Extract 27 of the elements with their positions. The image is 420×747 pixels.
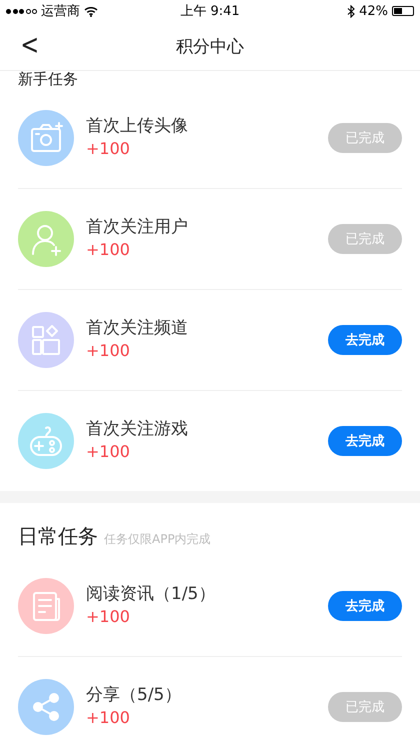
points-reward: +100 — [86, 240, 131, 259]
bluetooth-icon — [347, 4, 356, 18]
task-name: 首次关注游戏 — [86, 418, 189, 440]
status-time: 上午 9:41 — [180, 3, 240, 20]
battery-percent: 42% — [359, 4, 388, 18]
section-title: 日常任务 — [18, 523, 98, 550]
signal-icon — [6, 8, 37, 14]
points-reward: +100 — [86, 708, 131, 727]
complete-task-button[interactable]: 去完成 — [328, 426, 402, 456]
points-reward: +100 — [86, 442, 131, 461]
battery-icon — [392, 6, 414, 16]
complete-task-button[interactable]: 去完成 — [328, 325, 402, 355]
section-note: 任务仅限APP内完成 — [104, 531, 211, 548]
page-title: 积分中心 — [176, 36, 244, 58]
points-reward: +100 — [86, 341, 131, 360]
back-button[interactable]: < — [17, 30, 42, 60]
task-name: 分享（5/5） — [86, 684, 182, 706]
task-name: 阅读资讯（1/5） — [86, 582, 216, 604]
complete-task-button[interactable]: 去完成 — [328, 590, 402, 620]
task-name: 首次关注频道 — [86, 317, 189, 339]
task-name: 首次上传头像 — [86, 114, 189, 136]
section-title: 新手任务 — [18, 71, 78, 87]
points-reward: +100 — [86, 606, 131, 626]
task-name: 首次关注用户 — [86, 216, 189, 238]
points-reward: +100 — [86, 138, 131, 158]
carrier-name: 运营商 — [41, 3, 80, 20]
wifi-icon — [84, 6, 98, 16]
